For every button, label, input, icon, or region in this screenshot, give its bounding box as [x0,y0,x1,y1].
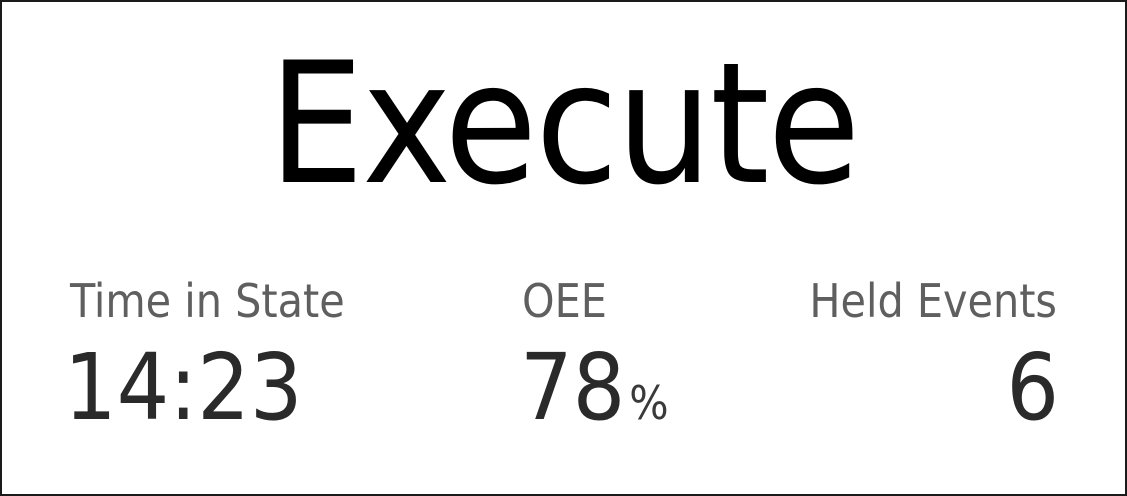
held-events-label: Held Events [809,274,1057,328]
time-in-state-value: 14:23 [64,334,303,441]
held-events-value: 6 [1006,334,1059,441]
time-in-state-label: Time in State [70,274,345,328]
oee-label: OEE [522,274,607,328]
oee-unit: % [629,376,669,430]
oee-value-group: 78% [520,342,669,434]
oee-value: 78 [520,334,626,441]
current-state: Execute [268,26,861,222]
machine-state-panel: Execute Time in State 14:23 OEE 78% Held… [0,0,1127,496]
